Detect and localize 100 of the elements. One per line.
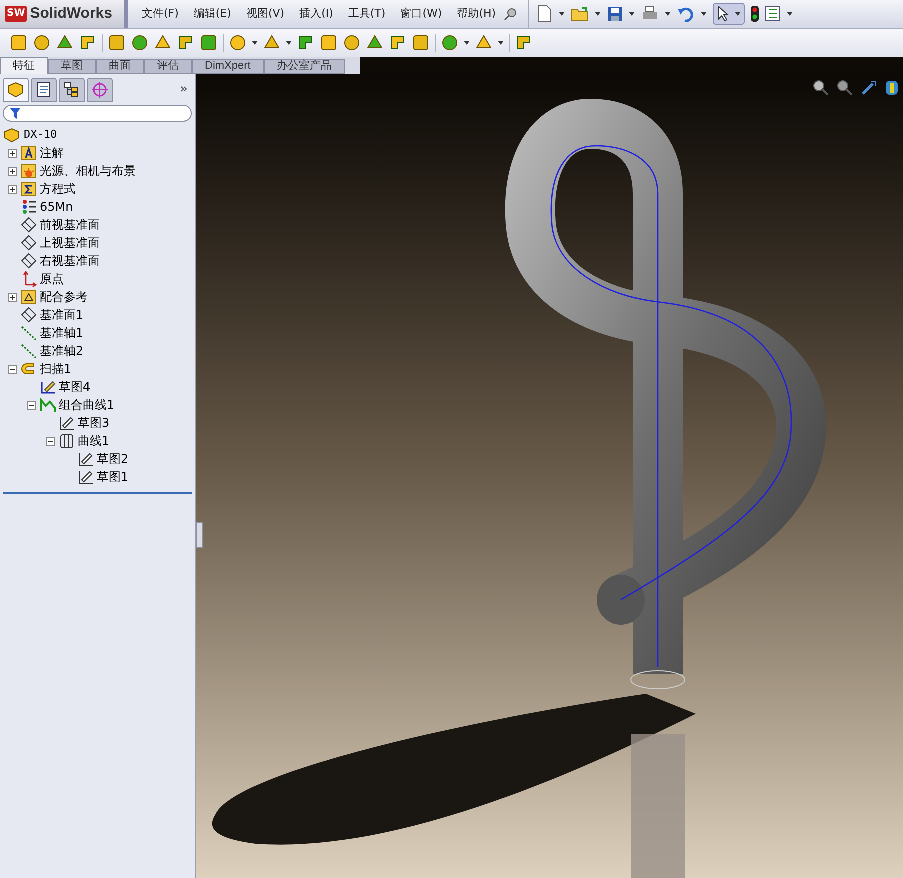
traffic-light-icon[interactable] xyxy=(751,6,760,22)
dropdown-caret-icon[interactable] xyxy=(464,41,470,45)
composite-curve-icon xyxy=(40,397,56,413)
dropdown-caret-icon[interactable] xyxy=(286,41,292,45)
menu-item[interactable]: 帮助(H) xyxy=(451,6,502,22)
plus-icon xyxy=(9,150,16,156)
command-tab[interactable]: 特征 xyxy=(0,57,48,74)
menu-item[interactable]: 窗口(W) xyxy=(394,6,448,22)
command-tab[interactable]: 办公室产品 xyxy=(264,59,345,74)
part-name[interactable]: DX-10 xyxy=(24,126,58,144)
tree-item-label[interactable]: 草图1 xyxy=(97,468,129,486)
tree-item-label[interactable]: 草图4 xyxy=(59,378,91,396)
sketch-pencil-icon xyxy=(40,379,56,395)
undo-icon[interactable] xyxy=(677,6,696,22)
collapse-panel-handle[interactable] xyxy=(196,522,203,548)
dropdown-caret-icon[interactable] xyxy=(629,12,636,16)
part-icon xyxy=(4,127,20,143)
tree-item-label[interactable]: 右视基准面 xyxy=(40,252,100,270)
toolbar-tool-icon[interactable] xyxy=(79,34,97,52)
mates-folder-icon xyxy=(21,289,37,305)
sketch-icon xyxy=(78,469,94,485)
toolbar-tool-icon[interactable] xyxy=(343,34,361,52)
expand-toggle[interactable] xyxy=(8,184,17,194)
command-tab[interactable]: DimXpert xyxy=(192,59,264,74)
tree-item-label[interactable]: 光源、相机与布景 xyxy=(40,162,136,180)
dropdown-caret-icon[interactable] xyxy=(787,12,794,16)
toolbar-tool-icon[interactable] xyxy=(412,34,430,52)
menu-item[interactable]: 插入(I) xyxy=(294,6,340,22)
menu-item[interactable]: 文件(F) xyxy=(136,6,185,22)
select-button[interactable] xyxy=(713,3,746,25)
axis-icon xyxy=(21,325,37,341)
tree-item-label[interactable]: 基准轴1 xyxy=(40,324,84,342)
expand-toggle[interactable] xyxy=(8,166,17,176)
tree-item-label[interactable]: 曲线1 xyxy=(78,432,110,450)
toolbar-tool-icon[interactable] xyxy=(515,34,533,52)
pin-icon[interactable] xyxy=(504,7,518,21)
tree-item-label[interactable]: 65Mn xyxy=(40,198,74,216)
toolbar-tool-icon[interactable] xyxy=(320,34,338,52)
tree-item-label[interactable]: 基准轴2 xyxy=(40,342,84,360)
helix-curve-icon xyxy=(59,433,75,449)
tree-item-label[interactable]: 草图2 xyxy=(97,450,129,468)
printer-icon[interactable] xyxy=(641,6,660,22)
command-tab[interactable]: 评估 xyxy=(144,59,192,74)
crosshair-icon xyxy=(91,81,109,99)
collapse-toggle[interactable] xyxy=(8,364,17,374)
toolbar-tool-icon[interactable] xyxy=(229,34,247,52)
tree-item-label[interactable]: 前视基准面 xyxy=(40,216,100,234)
dropdown-caret-icon[interactable] xyxy=(595,12,602,16)
dropdown-caret-icon[interactable] xyxy=(735,12,742,16)
dropdown-caret-icon[interactable] xyxy=(252,41,258,45)
toolbar-tool-icon[interactable] xyxy=(441,34,459,52)
expand-toggle[interactable] xyxy=(8,148,17,158)
zoom-area-icon[interactable] xyxy=(837,80,853,96)
collapse-toggle[interactable] xyxy=(46,436,55,446)
new-document-icon[interactable] xyxy=(537,5,554,23)
toolbar-tool-icon[interactable] xyxy=(131,34,149,52)
panel-tab[interactable] xyxy=(3,78,29,102)
toolbar-tool-icon[interactable] xyxy=(297,34,315,52)
save-icon[interactable] xyxy=(607,6,624,22)
checklist-icon[interactable] xyxy=(765,6,782,22)
tree-item-label[interactable]: 上视基准面 xyxy=(40,234,100,252)
dropdown-caret-icon[interactable] xyxy=(559,12,566,16)
toolbar-tool-icon[interactable] xyxy=(200,34,218,52)
lights-folder-icon xyxy=(21,163,37,179)
menu-item[interactable]: 编辑(E) xyxy=(188,6,238,22)
dropdown-caret-icon[interactable] xyxy=(701,12,708,16)
expand-panel-button[interactable]: » xyxy=(176,80,192,100)
command-tab[interactable]: 曲面 xyxy=(96,59,144,74)
tree-item-label[interactable]: 配合参考 xyxy=(40,288,88,306)
tree-item-label[interactable]: 基准面1 xyxy=(40,306,84,324)
menu-item[interactable]: 工具(T) xyxy=(342,6,392,22)
tree-item-label[interactable]: 方程式 xyxy=(40,180,76,198)
toolbar-tool-icon[interactable] xyxy=(389,34,407,52)
section-view-icon[interactable] xyxy=(885,80,899,96)
plane-icon xyxy=(21,253,37,269)
dropdown-caret-icon[interactable] xyxy=(665,12,672,16)
collapse-toggle[interactable] xyxy=(27,400,36,410)
filter-field[interactable] xyxy=(3,105,192,122)
expand-toggle[interactable] xyxy=(8,292,17,302)
menu-item[interactable]: 视图(V) xyxy=(240,6,291,22)
tree-item-label[interactable]: 扫描1 xyxy=(40,360,72,378)
toolbar-tool-icon[interactable] xyxy=(108,34,126,52)
folder-icon[interactable] xyxy=(571,6,590,22)
annotation-folder-icon xyxy=(21,145,37,161)
panel-tab[interactable] xyxy=(59,78,85,102)
command-tab[interactable]: 草图 xyxy=(48,59,96,74)
axis-icon xyxy=(21,343,37,359)
previous-view-icon[interactable] xyxy=(861,80,877,96)
dropdown-caret-icon[interactable] xyxy=(498,41,504,45)
tree-item-label[interactable]: 注解 xyxy=(40,144,64,162)
toolbar-tool-icon[interactable] xyxy=(33,34,51,52)
panel-tab[interactable] xyxy=(31,78,57,102)
zoom-to-fit-icon[interactable] xyxy=(813,80,829,96)
tree-item-label[interactable]: 原点 xyxy=(40,270,64,288)
toolbar-tool-icon[interactable] xyxy=(177,34,195,52)
property-sheet-icon xyxy=(35,81,53,99)
pointer-icon xyxy=(717,6,732,22)
tree-item-label[interactable]: 草图3 xyxy=(78,414,110,432)
toolbar-tool-icon[interactable] xyxy=(10,34,28,52)
tree-item-label[interactable]: 组合曲线1 xyxy=(59,396,115,414)
